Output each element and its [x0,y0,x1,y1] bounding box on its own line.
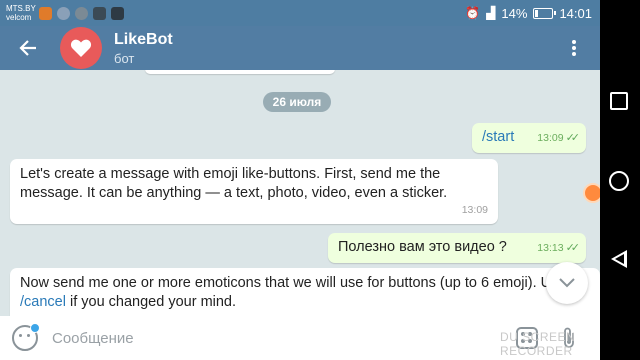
message-bubble-partial [145,70,335,74]
message-text-part: if you changed your mind. [65,294,237,310]
notification-app-icon [93,6,106,20]
message-bubble-outgoing[interactable]: /start 13:09 ✓✓ [472,123,586,153]
notification-app-icon [75,6,88,20]
double-check-icon: ✓✓ [565,132,581,144]
message-text: Полезно вам это видео ? [338,239,507,255]
message-input[interactable] [52,329,452,347]
android-navigation-bar [600,0,640,360]
chat-subtitle: бот [114,50,135,66]
message-time: 13:09 [461,204,488,216]
message-text-part: Now send me one or more emoticons that w… [20,275,567,291]
carrier-name-2: velcom [6,13,32,22]
cancel-command-link[interactable]: /cancel [20,294,66,310]
signal-icon: ▟ [486,6,496,20]
heart-icon [70,39,92,57]
notification-dot [30,323,40,333]
battery-percent: 14% [501,5,528,21]
message-bubble-outgoing[interactable]: Полезно вам это видео ? 13:13 ✓✓ [328,233,586,263]
message-list[interactable]: 26 июля /start 13:09 ✓✓ Let's create a me… [0,70,600,316]
message-bubble-incoming[interactable]: Let's create a message with emoji like-b… [10,159,498,224]
notification-app-icon [39,6,52,20]
screen-recorder-watermark: DU SCREEN RECORDER [500,330,576,358]
chat-title-block[interactable]: LikeBot бот [114,30,173,67]
clock: 14:01 [559,5,592,21]
chevron-down-icon [559,278,575,288]
emoji-button[interactable] [12,323,40,351]
message-text: Now send me one or more emoticons that w… [20,274,595,312]
message-meta: 13:09 ✓✓ [537,128,581,148]
carrier-label: MTS.BY velcom [6,4,36,22]
battery-icon [533,7,557,19]
message-text: Let's create a message with emoji like-b… [20,166,448,201]
nav-back-button[interactable] [611,250,627,268]
chat-header: LikeBot бот [0,26,600,70]
recent-apps-button[interactable] [610,92,628,110]
home-button[interactable] [609,171,629,191]
avatar[interactable] [60,27,102,69]
notification-app-icon [57,6,70,20]
telegram-screen: MTS.BY velcom ⏰ ▟ 14% 14:01 LikeBot бот … [0,0,600,360]
chat-title: LikeBot [114,30,173,48]
double-check-icon: ✓✓ [565,242,581,254]
back-button[interactable] [8,26,48,70]
notification-app-icon [111,6,124,20]
message-text[interactable]: /start [482,129,514,145]
more-vert-icon [572,40,576,56]
carrier-name-1: MTS.BY [6,4,36,13]
date-separator: 26 июля [263,92,331,112]
message-time: 13:09 [537,132,564,144]
status-bar: MTS.BY velcom ⏰ ▟ 14% 14:01 [0,0,600,26]
arrow-left-icon [19,40,36,56]
message-bubble-incoming[interactable]: Now send me one or more emoticons that w… [10,268,600,316]
scroll-down-button[interactable] [546,262,588,304]
message-time: 13:13 [537,242,564,254]
menu-button[interactable] [562,26,586,70]
alarm-icon: ⏰ [465,6,481,20]
message-meta: 13:13 ✓✓ [537,238,581,258]
